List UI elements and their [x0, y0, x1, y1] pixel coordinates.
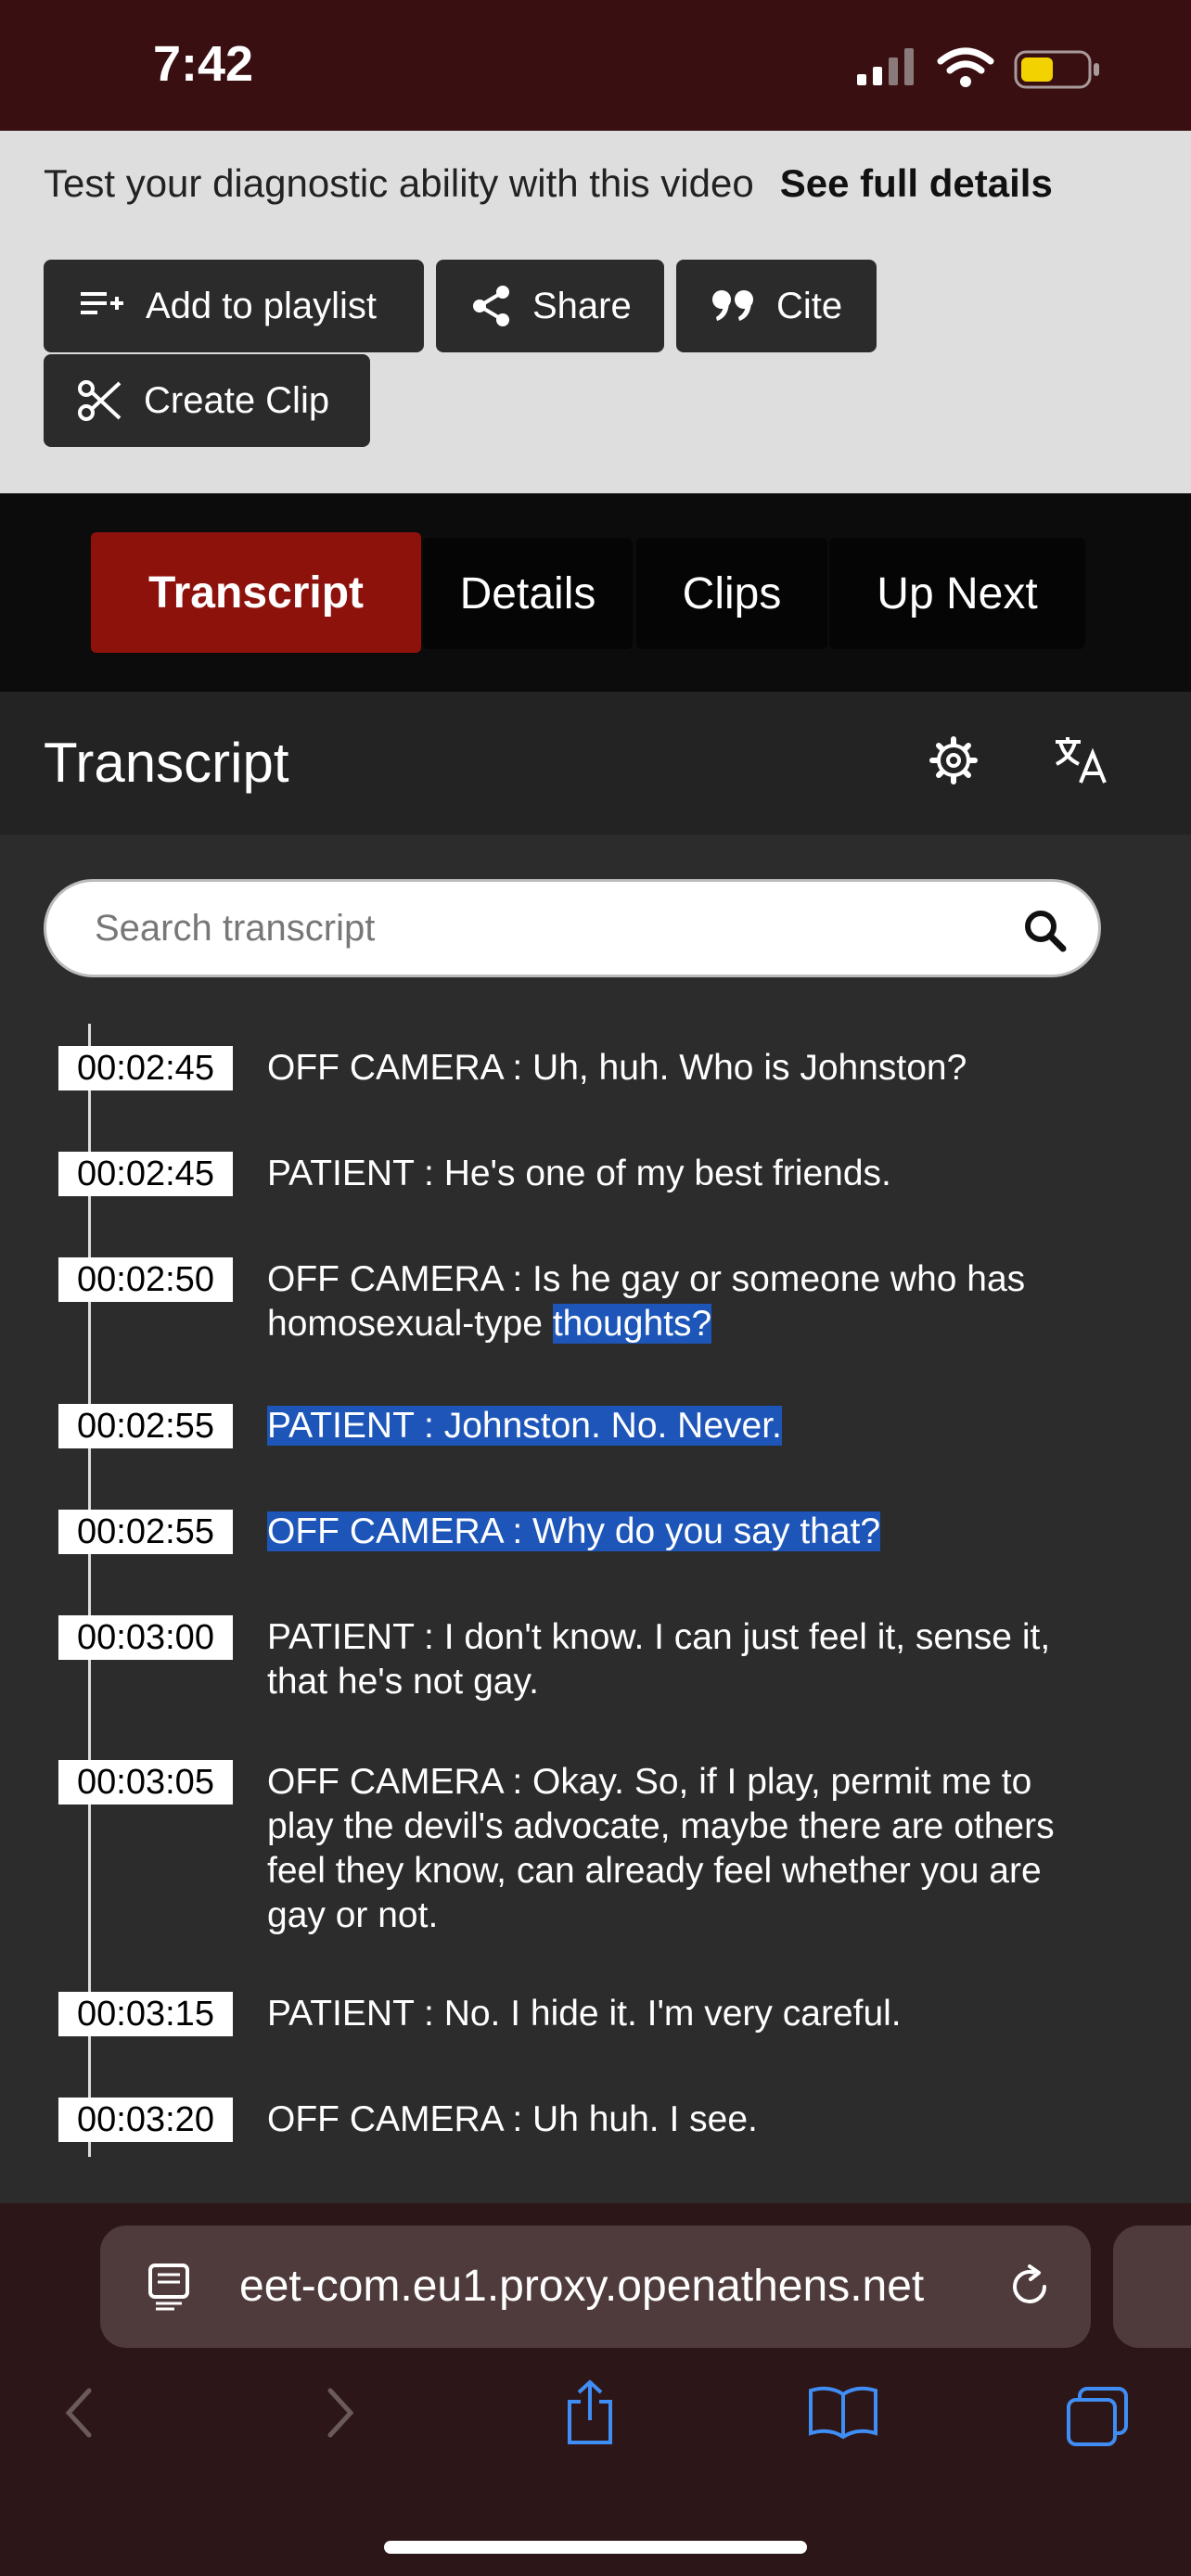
- create-clip-button[interactable]: Create Clip: [44, 354, 370, 447]
- cite-button[interactable]: Cite: [676, 260, 877, 352]
- caption-text: PATIENT : Johnston. No. Never.: [267, 1404, 1083, 1448]
- wifi-icon: [937, 46, 994, 94]
- caption-text: OFF CAMERA : Uh huh. I see.: [267, 2099, 758, 2139]
- tab-details[interactable]: Details: [423, 538, 633, 649]
- caption-text: PATIENT : He's one of my best friends.: [267, 1154, 891, 1193]
- status-time: 7:42: [153, 36, 254, 92]
- reader-icon[interactable]: [147, 2263, 191, 2315]
- caption-highlight: PATIENT : Johnston. No. Never.: [267, 1406, 782, 1446]
- address-bar[interactable]: eet-com.eu1.proxy.openathens.net: [100, 2225, 1091, 2348]
- bookmarks-icon[interactable]: [807, 2385, 879, 2445]
- intro-text: Test your diagnostic ability with this v…: [44, 161, 754, 205]
- timestamp[interactable]: 00:02:50: [58, 1257, 233, 1302]
- video-intro: Test your diagnostic ability with this v…: [44, 161, 1053, 206]
- create-clip-label: Create Clip: [144, 379, 330, 421]
- share-sheet-icon[interactable]: [560, 2379, 620, 2451]
- tab-up-next[interactable]: Up Next: [829, 538, 1085, 649]
- timestamp[interactable]: 00:02:45: [58, 1046, 233, 1090]
- playlist-add-icon: [79, 287, 125, 325]
- reload-icon[interactable]: [1005, 2263, 1054, 2315]
- share-label: Share: [532, 285, 632, 326]
- caption-highlight: thoughts?: [552, 1304, 712, 1344]
- tabs-icon[interactable]: [1065, 2385, 1130, 2451]
- battery-icon: [1014, 50, 1103, 96]
- caption-text: OFF CAMERA : Why do you say that?: [267, 1510, 1083, 1554]
- tab-clips[interactable]: Clips: [636, 538, 827, 649]
- timestamp[interactable]: 00:03:15: [58, 1992, 233, 2036]
- next-tab-preview[interactable]: [1113, 2225, 1191, 2348]
- see-full-details-link[interactable]: See full details: [780, 161, 1053, 205]
- transcript-title: Transcript: [44, 732, 289, 794]
- search-icon[interactable]: [1022, 908, 1067, 957]
- search-transcript-field[interactable]: [44, 879, 1101, 977]
- cite-label: Cite: [776, 285, 843, 326]
- signal-icon: [855, 46, 920, 92]
- add-to-playlist-label: Add to playlist: [146, 285, 378, 326]
- timestamp[interactable]: 00:02:45: [58, 1152, 233, 1196]
- caption-text: OFF CAMERA : Okay. So, if I play, permit…: [267, 1762, 1055, 1935]
- url-text: eet-com.eu1.proxy.openathens.net: [239, 2262, 925, 2311]
- home-indicator: [384, 2541, 807, 2554]
- timestamp[interactable]: 00:03:20: [58, 2098, 233, 2142]
- timestamp[interactable]: 00:03:05: [58, 1760, 233, 1804]
- search-input[interactable]: [93, 906, 987, 950]
- caption-text: OFF CAMERA : Uh, huh. Who is Johnston?: [267, 1048, 967, 1088]
- forward-icon[interactable]: [319, 2385, 360, 2445]
- scissors-icon: [77, 377, 123, 424]
- quote-icon: [711, 289, 756, 323]
- translate-icon[interactable]: [1053, 734, 1110, 791]
- share-icon: [471, 285, 512, 327]
- caption-text: PATIENT : I don't know. I can just feel …: [267, 1617, 1051, 1702]
- timestamp[interactable]: 00:02:55: [58, 1404, 233, 1448]
- caption-highlight: OFF CAMERA : Why do you say that?: [267, 1511, 881, 1551]
- tab-transcript[interactable]: Transcript: [91, 532, 421, 653]
- timestamp[interactable]: 00:02:55: [58, 1510, 233, 1554]
- share-button[interactable]: Share: [436, 260, 664, 352]
- gear-icon[interactable]: [928, 734, 980, 791]
- timestamp[interactable]: 00:03:00: [58, 1615, 233, 1660]
- caption-text: PATIENT : No. I hide it. I'm very carefu…: [267, 1994, 902, 2034]
- caption-text: OFF CAMERA : Is he gay or someone who ha…: [267, 1257, 1083, 1346]
- back-icon[interactable]: [59, 2385, 100, 2445]
- add-to-playlist-button[interactable]: Add to playlist: [44, 260, 424, 352]
